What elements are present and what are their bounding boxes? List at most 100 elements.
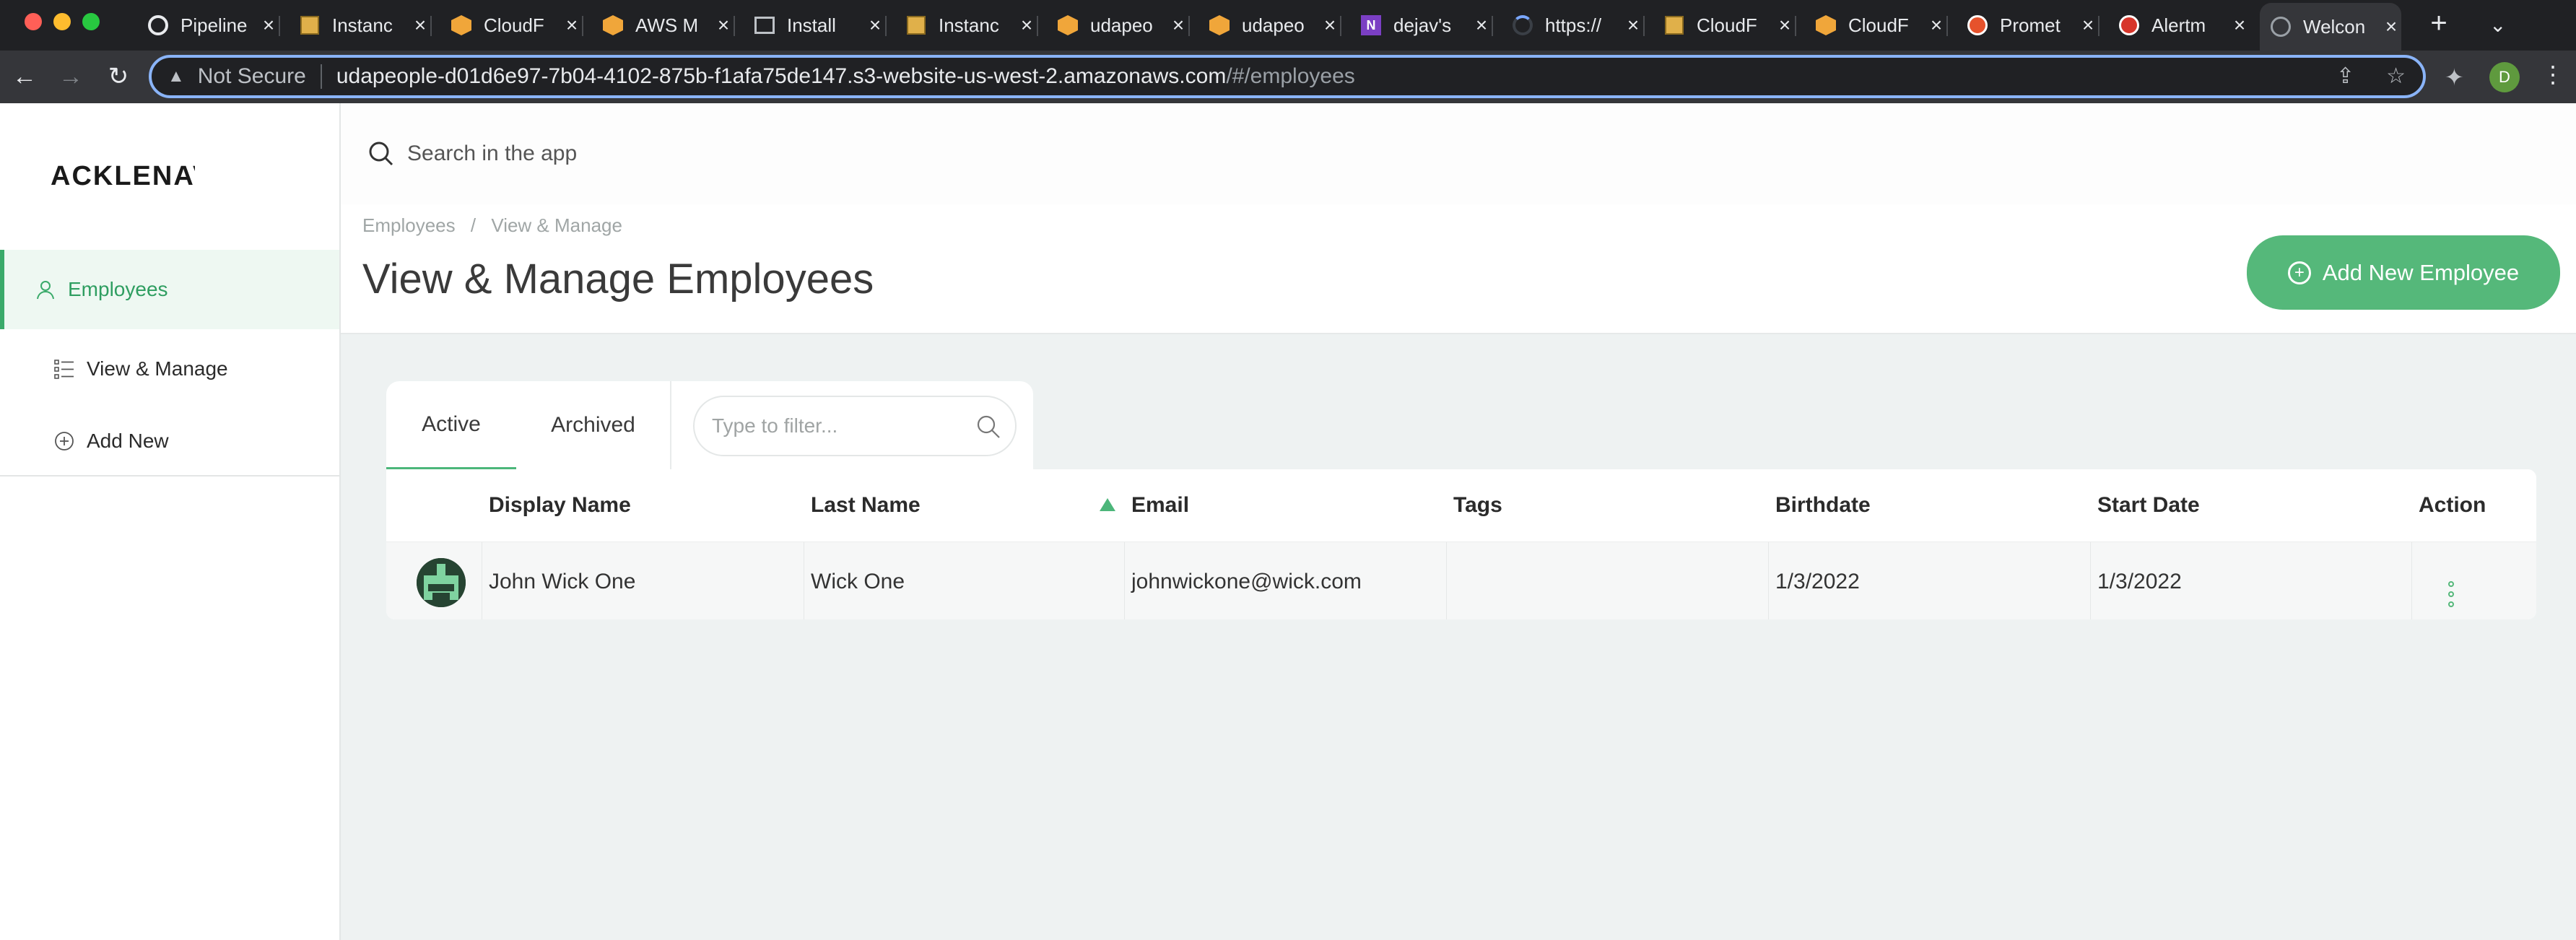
close-tab-icon[interactable]: × (562, 14, 582, 37)
aws-cube-icon (1209, 14, 1230, 36)
extensions-puzzle-icon[interactable]: ✦ (2445, 64, 2464, 91)
aws-cube-icon (602, 14, 624, 36)
column-header-email[interactable]: Email (1131, 469, 1189, 541)
prometheus-icon (1967, 14, 1988, 36)
close-tab-icon[interactable]: × (2078, 14, 2098, 37)
close-tab-icon[interactable]: × (1017, 14, 1037, 37)
close-tab-icon[interactable]: × (1775, 14, 1795, 37)
sort-ascending-icon[interactable] (1100, 498, 1115, 511)
new-tab-button[interactable]: + (2423, 7, 2455, 40)
reload-icon[interactable]: ↻ (103, 61, 134, 92)
browser-tab-7[interactable]: udapeo × (1198, 3, 1341, 48)
share-icon[interactable]: ⇪ (2336, 64, 2354, 89)
browser-tab-4[interactable]: Install × (744, 3, 887, 48)
tab-title: Instanc (332, 14, 393, 36)
table-header: Display Name Last Name Email Tags Birthd… (386, 469, 2536, 541)
browser-chrome: Pipeline × Instanc × CloudF × AWS M × In… (0, 0, 2576, 103)
bookmark-star-icon[interactable]: ☆ (2386, 64, 2406, 89)
tab-title: udapeo (1090, 14, 1153, 36)
browser-tab-5[interactable]: Instanc × (895, 3, 1038, 48)
row-actions-menu-icon[interactable] (2444, 580, 2458, 609)
tab-archived[interactable]: Archived (516, 381, 670, 469)
sidebar-item-label: Employees (68, 278, 168, 300)
aws-cube-icon (1057, 14, 1079, 36)
search-icon[interactable] (975, 413, 1002, 440)
loading-icon (1512, 14, 1533, 36)
maximize-window-button[interactable] (82, 13, 100, 30)
tab-active[interactable]: Active (386, 381, 516, 469)
tab-title: Welcon (2303, 15, 2366, 38)
tab-title: Alertm (2151, 14, 2206, 36)
close-tab-icon[interactable]: × (2229, 14, 2250, 37)
plus-circle-icon: + (2287, 261, 2311, 284)
address-bar[interactable]: ▲ Not Secure udapeople-d01d6e97-7b04-410… (149, 55, 2426, 98)
filter-input[interactable] (712, 414, 957, 438)
column-header-action: Action (2419, 493, 2486, 517)
close-tab-icon[interactable]: × (258, 14, 279, 37)
column-header-tags[interactable]: Tags (1453, 469, 1502, 541)
close-window-button[interactable] (25, 13, 42, 30)
breadcrumb-view-manage: View & Manage (491, 214, 622, 236)
onenote-icon: N (1360, 14, 1382, 36)
browser-tab-0[interactable]: Pipeline × (137, 3, 280, 48)
column-header-last-name[interactable]: Last Name (811, 469, 921, 541)
tab-title: Pipeline (180, 14, 248, 36)
close-tab-icon[interactable]: × (865, 14, 885, 37)
browser-tab-14[interactable]: Welcon × (2260, 3, 2401, 51)
tab-title: CloudF (484, 14, 544, 36)
column-header-display-name[interactable]: Display Name (489, 469, 631, 541)
browser-menu-icon[interactable]: ⋮ (2541, 61, 2564, 88)
forward-arrow-icon[interactable]: → (55, 61, 87, 92)
browser-tab-12[interactable]: Promet × (1957, 3, 2099, 48)
sidebar-item-add-new[interactable]: Add New (0, 401, 339, 481)
search-icon (367, 139, 396, 168)
globe-icon (2270, 16, 2292, 38)
minimize-window-button[interactable] (53, 13, 71, 30)
close-tab-icon[interactable]: × (1471, 14, 1492, 37)
close-tab-icon[interactable]: × (2381, 15, 2401, 38)
tab-title: AWS M (635, 14, 699, 36)
plus-circle-icon (53, 430, 75, 452)
close-tab-icon[interactable]: × (1623, 14, 1643, 37)
tab-title: udapeo (1242, 14, 1305, 36)
close-tab-icon[interactable]: × (1168, 14, 1188, 37)
browser-toolbar: ← → ↻ ▲ Not Secure udapeople-d01d6e97-7b… (0, 51, 2576, 103)
browser-tab-8[interactable]: N dejav's × (1350, 3, 1493, 48)
employees-table: Display Name Last Name Email Tags Birthd… (386, 469, 2536, 619)
app-search-input[interactable] (407, 142, 1274, 166)
app-root: ACKLENAVENUE Employees View & Manage Add… (0, 103, 2576, 940)
filter-box (693, 396, 1017, 456)
back-arrow-icon[interactable]: ← (9, 61, 40, 92)
breadcrumb-employees[interactable]: Employees (362, 214, 456, 236)
browser-tab-1[interactable]: Instanc × (289, 3, 432, 48)
alertmanager-icon (2118, 14, 2140, 36)
close-tab-icon[interactable]: × (410, 14, 430, 37)
sidebar: ACKLENAVENUE Employees View & Manage Add… (0, 103, 341, 940)
breadcrumb-separator: / (470, 214, 477, 236)
column-header-start-date[interactable]: Start Date (2097, 469, 2200, 541)
browser-tab-3[interactable]: AWS M × (592, 3, 735, 48)
table-row[interactable]: John Wick One Wick One johnwickone@wick.… (386, 541, 2536, 619)
column-header-birthdate[interactable]: Birthdate (1775, 469, 1871, 541)
sidebar-item-label: Add New (87, 430, 169, 452)
tab-search-chevron-icon[interactable]: ⌄ (2489, 13, 2506, 37)
cell-email: johnwickone@wick.com (1131, 570, 1362, 593)
page-title: View & Manage Employees (362, 256, 874, 303)
browser-tab-10[interactable]: CloudF × (1653, 3, 1796, 48)
sidebar-item-label: View & Manage (87, 357, 228, 380)
browser-tab-9[interactable]: https:// × (1502, 3, 1645, 48)
browser-tab-6[interactable]: udapeo × (1047, 3, 1190, 48)
browser-tab-2[interactable]: CloudF × (440, 3, 583, 48)
browser-tab-11[interactable]: CloudF × (1805, 3, 1948, 48)
sidebar-item-view-manage[interactable]: View & Manage (0, 329, 339, 409)
profile-avatar[interactable]: D (2489, 62, 2520, 92)
close-tab-icon[interactable]: × (1926, 14, 1946, 37)
close-tab-icon[interactable]: × (713, 14, 734, 37)
browser-tab-13[interactable]: Alertm × (2108, 3, 2250, 48)
cell-start-date: 1/3/2022 (2097, 570, 2182, 593)
close-tab-icon[interactable]: × (1320, 14, 1340, 37)
aws-box-icon (299, 14, 321, 36)
sidebar-item-employees[interactable]: Employees (0, 250, 339, 329)
add-new-employee-button[interactable]: + Add New Employee (2247, 235, 2560, 310)
tab-title: https:// (1545, 14, 1602, 36)
